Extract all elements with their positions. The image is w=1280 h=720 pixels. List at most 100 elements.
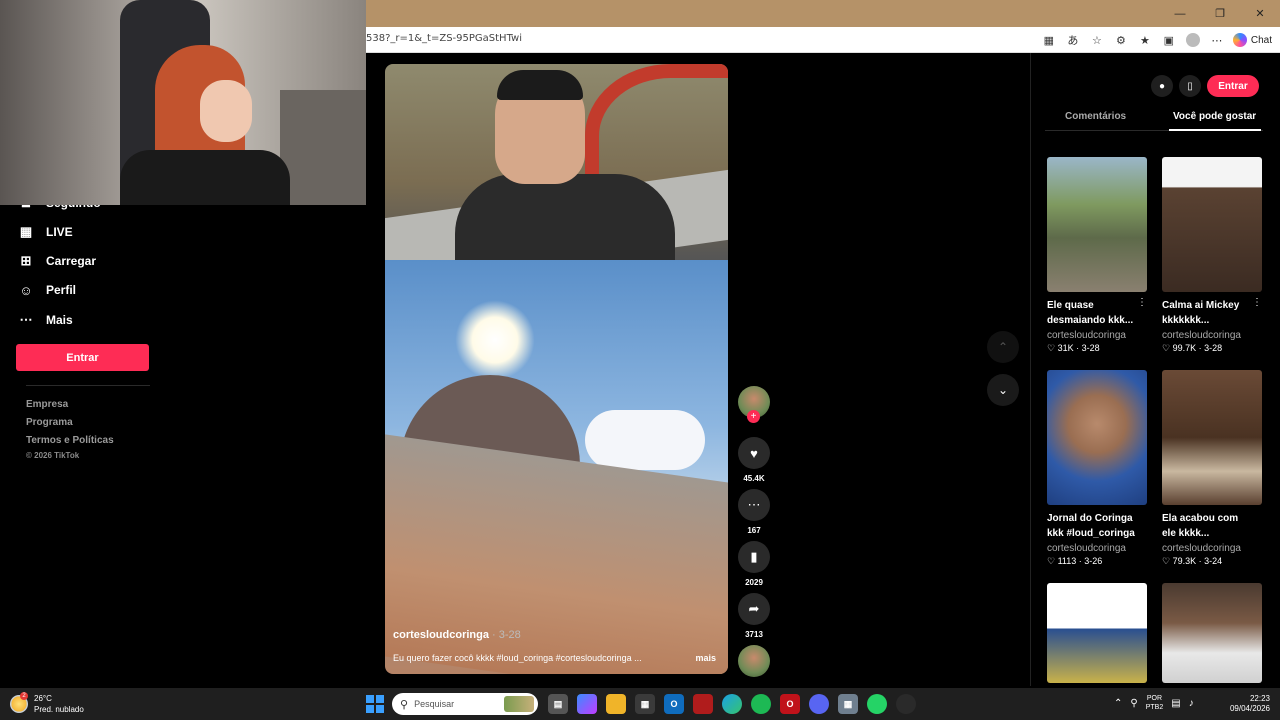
- music-disc-icon[interactable]: [738, 645, 770, 677]
- card-user[interactable]: cortesloudcoringa: [1162, 330, 1262, 341]
- calculator-icon[interactable]: ▦: [838, 694, 858, 714]
- next-video-button[interactable]: ⌄: [987, 374, 1019, 406]
- chevron-down-icon: ⌄: [997, 383, 1009, 397]
- video-author[interactable]: cortesloudcoringa · 3-28: [393, 629, 521, 641]
- previous-video-button[interactable]: ⌃: [987, 331, 1019, 363]
- bookmark-icon[interactable]: ▮: [738, 541, 770, 573]
- caption-more-button[interactable]: mais: [695, 653, 716, 663]
- profile-avatar-icon[interactable]: [1183, 31, 1203, 49]
- card-title[interactable]: Ele quase desmaiando kkk...: [1047, 298, 1139, 328]
- card-thumbnail[interactable]: [1162, 370, 1262, 505]
- card-likes: 79.3K: [1172, 556, 1197, 566]
- panel-login-button[interactable]: Entrar: [1207, 75, 1259, 97]
- card-user[interactable]: cortesloudcoringa: [1047, 543, 1147, 554]
- whatsapp-icon[interactable]: [867, 694, 887, 714]
- tab-active-underline: [1169, 129, 1261, 131]
- obs-icon[interactable]: [896, 694, 916, 714]
- game-app-icon[interactable]: [693, 694, 713, 714]
- translate-icon[interactable]: あ: [1063, 31, 1083, 49]
- footer-link-program[interactable]: Programa: [26, 417, 73, 428]
- close-icon[interactable]: ✕: [1240, 0, 1280, 27]
- phone-icon[interactable]: ▯: [1179, 75, 1201, 97]
- weather-badge: 2: [20, 692, 28, 700]
- card-date: 3-28: [1081, 343, 1100, 353]
- card-user[interactable]: cortesloudcoringa: [1047, 330, 1147, 341]
- extensions-icon[interactable]: ⚙: [1111, 31, 1131, 49]
- webcam-bed: [280, 90, 366, 205]
- tab-you-may-like[interactable]: Você pode gostar: [1173, 111, 1256, 122]
- share-icon[interactable]: ➦: [738, 593, 770, 625]
- sidebar-item-profile[interactable]: ☺ Perfil: [18, 282, 76, 298]
- card-menu-icon[interactable]: ⋮: [1137, 297, 1147, 308]
- author-avatar-button[interactable]: +: [737, 386, 771, 423]
- spotify-icon[interactable]: [751, 694, 771, 714]
- card-user[interactable]: cortesloudcoringa: [1162, 543, 1262, 554]
- recommended-card[interactable]: Ela acabou com ele kkkk... ⋮ cortesloudc…: [1162, 370, 1262, 567]
- sidebar-item-upload[interactable]: ⊞ Carregar: [18, 253, 96, 269]
- browser-menu-icon[interactable]: ⋯: [1207, 31, 1227, 49]
- heart-outline-icon: ♡: [1162, 556, 1171, 566]
- microphone-icon[interactable]: ⚲: [1130, 698, 1137, 709]
- card-title[interactable]: Ela acabou com ele kkkk...: [1162, 511, 1254, 541]
- outlook-icon[interactable]: O: [664, 694, 684, 714]
- card-thumbnail[interactable]: [1162, 157, 1262, 292]
- coin-icon[interactable]: ●: [1151, 75, 1173, 97]
- card-menu-icon[interactable]: ⋮: [1252, 297, 1262, 308]
- clock[interactable]: 22:23 09/04/2026: [1222, 694, 1270, 714]
- clock-time: 22:23: [1249, 694, 1270, 703]
- save-count: 2029: [745, 578, 763, 587]
- file-explorer-icon[interactable]: [606, 694, 626, 714]
- tray-chevron-up-icon[interactable]: ⌃: [1114, 698, 1122, 709]
- recommended-card[interactable]: Calma ai Mickey kkkkkkk... ⋮ cortesloudc…: [1162, 157, 1262, 354]
- save-action[interactable]: ▮ 2029: [737, 541, 771, 587]
- taskbar-search[interactable]: ⚲ Pesquisar: [392, 693, 538, 715]
- card-thumbnail[interactable]: [1047, 583, 1147, 683]
- like-action[interactable]: ♥ 45.4K: [737, 437, 771, 483]
- sidebar-item-label: Mais: [46, 313, 73, 327]
- start-button[interactable]: [366, 695, 384, 713]
- store-icon[interactable]: ▦: [635, 694, 655, 714]
- copilot-app-icon[interactable]: [577, 694, 597, 714]
- recommended-card[interactable]: [1162, 583, 1262, 683]
- favorites-icon[interactable]: ★: [1135, 31, 1155, 49]
- weather-widget[interactable]: 2 26°C Pred. nublado: [10, 692, 84, 715]
- tab-comments[interactable]: Comentários: [1065, 111, 1126, 122]
- sound-disc[interactable]: [737, 645, 771, 677]
- recommended-card[interactable]: Ele quase desmaiando kkk... ⋮ cortesloud…: [1047, 157, 1147, 354]
- app-view-icon[interactable]: ▦: [1039, 31, 1059, 49]
- sidebar-item-live[interactable]: ▦ LIVE: [18, 224, 73, 240]
- comment-icon[interactable]: ⋯: [738, 489, 770, 521]
- task-view-icon[interactable]: ▤: [548, 694, 568, 714]
- volume-icon[interactable]: ♪: [1189, 698, 1194, 709]
- login-button[interactable]: Entrar: [16, 344, 149, 371]
- comment-action[interactable]: ⋯ 167: [737, 489, 771, 535]
- video-username[interactable]: cortesloudcoringa: [393, 629, 489, 641]
- footer-link-terms[interactable]: Termos e Políticas: [26, 435, 114, 446]
- heart-icon[interactable]: ♥: [738, 437, 770, 469]
- card-thumbnail[interactable]: [1047, 370, 1147, 505]
- follow-plus-icon[interactable]: +: [747, 410, 760, 423]
- recommended-card[interactable]: Jornal do Coringa kkk #loud_coringa ⋮ co…: [1047, 370, 1147, 567]
- minimize-icon[interactable]: —: [1160, 0, 1200, 27]
- share-action[interactable]: ➦ 3713: [737, 593, 771, 639]
- language-indicator[interactable]: POR PTB2: [1146, 694, 1164, 712]
- restore-icon[interactable]: ❐: [1200, 0, 1240, 27]
- edge-icon[interactable]: [722, 694, 742, 714]
- card-title[interactable]: Calma ai Mickey kkkkkkk...: [1162, 298, 1254, 328]
- sidebar-item-more[interactable]: ⋯ Mais: [18, 312, 73, 328]
- card-thumbnail[interactable]: [1162, 583, 1262, 683]
- copilot-chat-button[interactable]: Chat: [1232, 33, 1272, 47]
- collections-icon[interactable]: ▣: [1159, 31, 1179, 49]
- opera-icon[interactable]: O: [780, 694, 800, 714]
- favorite-star-icon[interactable]: ☆: [1087, 31, 1107, 49]
- card-meta: ♡ 99.7K · 3-28: [1162, 343, 1223, 353]
- card-title[interactable]: Jornal do Coringa kkk #loud_coringa: [1047, 511, 1139, 541]
- card-thumbnail[interactable]: [1047, 157, 1147, 292]
- url-text[interactable]: 538?_r=1&_t=ZS-95PGaStHTwi: [366, 33, 522, 44]
- network-icon[interactable]: ▤: [1171, 698, 1180, 709]
- recommended-card[interactable]: [1047, 583, 1147, 683]
- footer-link-company[interactable]: Empresa: [26, 399, 68, 410]
- discord-icon[interactable]: [809, 694, 829, 714]
- video-player[interactable]: cortesloudcoringa · 3-28 Eu quero fazer …: [385, 64, 728, 674]
- card-date: 3-26: [1084, 556, 1103, 566]
